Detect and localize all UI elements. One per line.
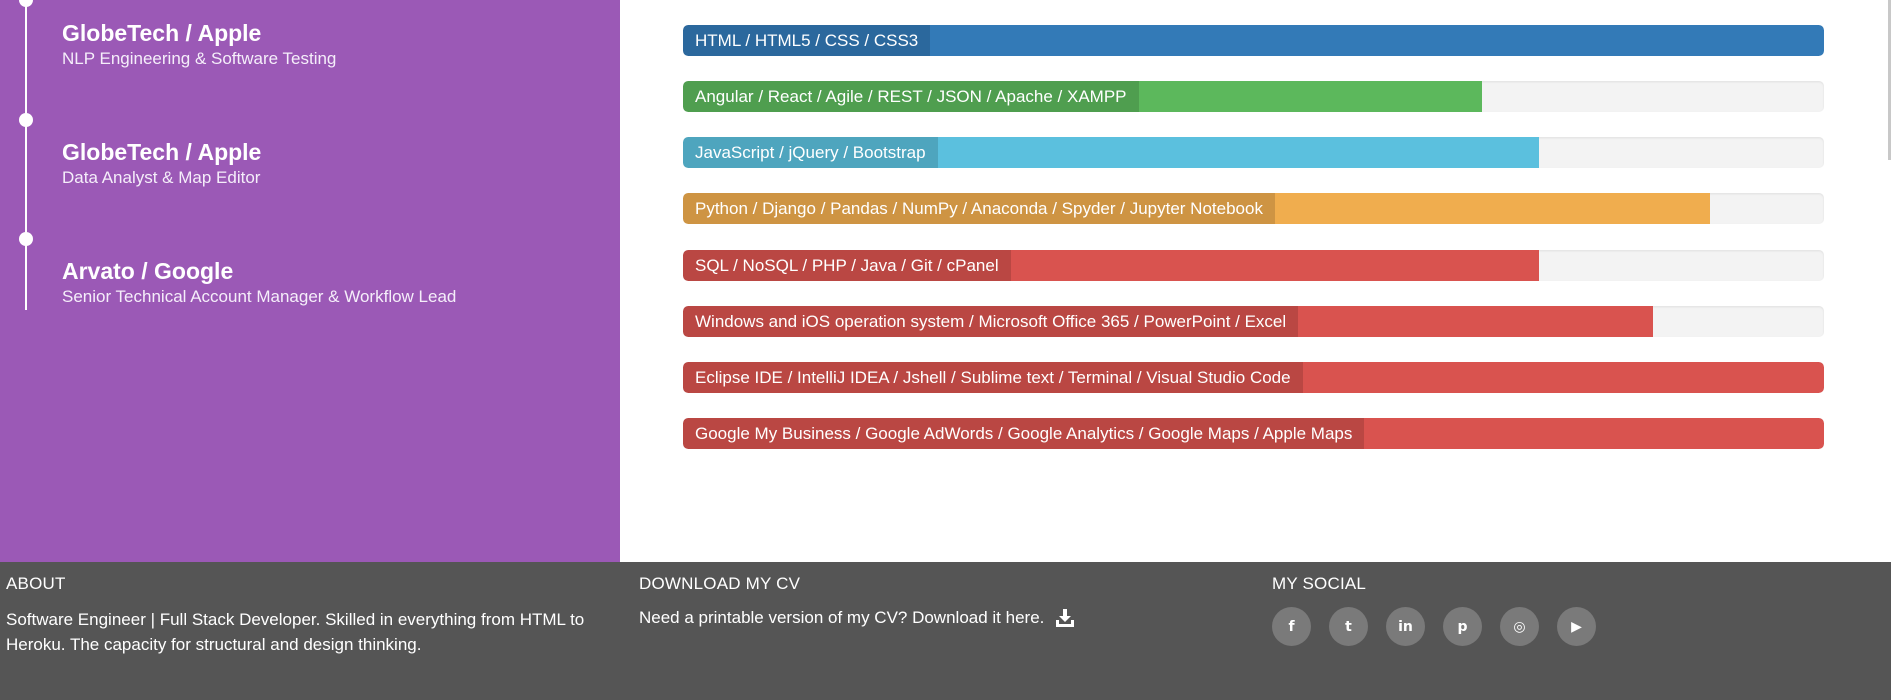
skill-label: Eclipse IDE / IntelliJ IDEA / Jshell / S…	[683, 362, 1303, 393]
timeline-company: Arvato / Google	[62, 258, 234, 284]
skill-bar: Python / Django / Pandas / NumPy / Anaco…	[683, 193, 1824, 224]
facebook-icon[interactable]: f	[1272, 607, 1311, 646]
skill-bar: Eclipse IDE / IntelliJ IDEA / Jshell / S…	[683, 362, 1824, 393]
timeline-company: GlobeTech / Apple	[62, 139, 262, 165]
skill-label: JavaScript / jQuery / Bootstrap	[683, 137, 938, 168]
download-icon[interactable]	[1054, 607, 1076, 629]
footer-cv: DOWNLOAD MY CV Need a printable version …	[639, 574, 1199, 629]
footer-about-heading: ABOUT	[6, 574, 66, 593]
skills-panel: HTML / HTML5 / CSS / CSS3 Angular / Reac…	[620, 0, 1891, 562]
skill-bar: Windows and iOS operation system / Micro…	[683, 306, 1824, 337]
skill-label: Python / Django / Pandas / NumPy / Anaco…	[683, 193, 1275, 224]
pinterest-icon[interactable]: p	[1443, 607, 1482, 646]
timeline-company: GlobeTech / Apple	[62, 20, 262, 46]
footer-social-heading: MY SOCIAL	[1272, 574, 1367, 593]
footer-about-text: Software Engineer | Full Stack Developer…	[6, 610, 585, 654]
skill-bar: Google My Business / Google AdWords / Go…	[683, 418, 1824, 449]
skill-bar: HTML / HTML5 / CSS / CSS3	[683, 25, 1824, 56]
timeline-dot	[19, 113, 33, 127]
skill-label: HTML / HTML5 / CSS / CSS3	[683, 25, 931, 56]
timeline-dot	[19, 0, 33, 7]
skill-bar: SQL / NoSQL / PHP / Java / Git / cPanel	[683, 250, 1824, 281]
social-links: f t in p ◎ ▶	[1272, 607, 1832, 646]
cv-download-row: Need a printable version of my CV? Downl…	[639, 607, 1199, 629]
experience-timeline: GlobeTech / Apple NLP Engineering & Soft…	[0, 0, 620, 562]
linkedin-icon[interactable]: in	[1386, 607, 1425, 646]
skill-label: Windows and iOS operation system / Micro…	[683, 306, 1299, 337]
timeline-role: Data Analyst & Map Editor	[62, 168, 261, 187]
skill-bar: JavaScript / jQuery / Bootstrap	[683, 137, 1824, 168]
cv-download-text: Need a printable version of my CV? Downl…	[639, 608, 1045, 627]
youtube-icon[interactable]: ▶	[1557, 607, 1596, 646]
twitter-icon[interactable]: t	[1329, 607, 1368, 646]
page-footer: ABOUT Software Engineer | Full Stack Dev…	[0, 562, 1891, 700]
footer-social: MY SOCIAL f t in p ◎ ▶	[1272, 574, 1832, 646]
skill-label: SQL / NoSQL / PHP / Java / Git / cPanel	[683, 250, 1011, 281]
footer-cv-heading: DOWNLOAD MY CV	[639, 574, 801, 593]
timeline-dot	[19, 232, 33, 246]
footer-about: ABOUT Software Engineer | Full Stack Dev…	[6, 574, 606, 657]
skill-label: Google My Business / Google AdWords / Go…	[683, 418, 1365, 449]
skill-label: Angular / React / Agile / REST / JSON / …	[683, 81, 1139, 112]
timeline-role: NLP Engineering & Software Testing	[62, 49, 337, 68]
instagram-icon[interactable]: ◎	[1500, 607, 1539, 646]
skill-bar: Angular / React / Agile / REST / JSON / …	[683, 81, 1824, 112]
timeline-line	[25, 0, 27, 310]
timeline-role: Senior Technical Account Manager & Workf…	[62, 287, 457, 306]
